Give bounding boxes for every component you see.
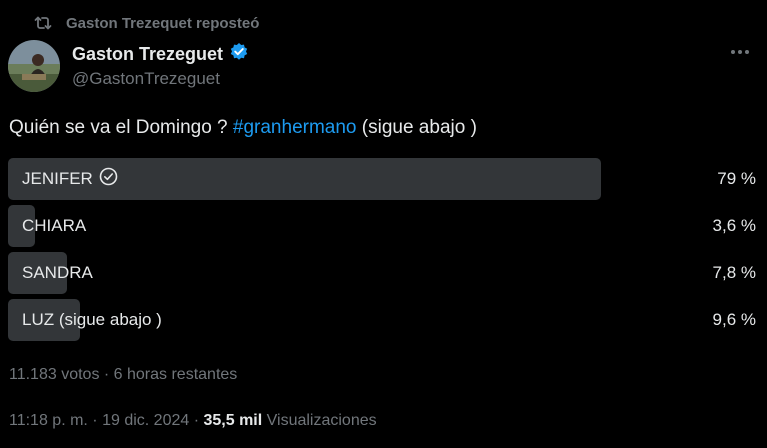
poll-option-percent: 9,6 % <box>712 310 756 329</box>
tweet-text-after: (sigue abajo ) <box>356 117 477 138</box>
poll-meta: 11.183 votos · 6 horas restantes <box>9 366 237 384</box>
separator: · <box>99 366 114 383</box>
poll-option: JENIFER 79 % <box>8 158 758 200</box>
repost-icon <box>34 15 52 31</box>
tweet-text: Quién se va el Domingo ? #granhermano (s… <box>9 117 477 139</box>
poll-time-left: 6 horas restantes <box>113 366 238 383</box>
tweet-meta: 11:18 p. m. · 19 dic. 2024 · 35,5 mil Vi… <box>9 412 377 430</box>
separator: · <box>189 412 204 429</box>
poll-votes: 11.183 votos <box>9 366 100 383</box>
poll-option-label: JENIFER <box>22 158 118 200</box>
poll-option-label: LUZ (sigue abajo ) <box>22 299 162 341</box>
author-display-name[interactable]: Gaston Trezeguet <box>72 44 223 65</box>
poll-option-label: SANDRA <box>22 252 93 294</box>
tweet-text-main: Quién se va el Domingo ? <box>9 117 233 138</box>
poll-option-text: SANDRA <box>22 263 93 282</box>
poll-option-text: CHIARA <box>22 216 87 235</box>
separator: · <box>87 412 103 429</box>
views-label: Visualizaciones <box>262 412 377 429</box>
poll-option: LUZ (sigue abajo ) 9,6 % <box>8 299 758 341</box>
repost-indicator[interactable]: Gaston Trezequet reposteó <box>34 12 259 34</box>
poll: JENIFER 79 % CHIARA 3,6 % SANDRA 7,8 % LUZ (si… <box>8 158 758 346</box>
poll-option-text: LUZ (sigue abajo ) <box>22 310 162 329</box>
more-button[interactable] <box>727 42 753 62</box>
tweet-time[interactable]: 11:18 p. m. <box>9 412 88 429</box>
poll-option: SANDRA 7,8 % <box>8 252 758 294</box>
poll-option-percent: 7,8 % <box>712 263 756 282</box>
verified-badge-icon <box>229 42 249 67</box>
repost-text: Gaston Trezequet reposteó <box>66 14 260 32</box>
more-icon <box>731 50 735 54</box>
avatar[interactable] <box>8 40 60 92</box>
poll-option-label: CHIARA <box>22 205 86 247</box>
hashtag-link[interactable]: #granhermano <box>233 117 357 138</box>
views-count: 35,5 mil <box>203 412 263 429</box>
author-handle[interactable]: @GastonTrezeguet <box>72 69 249 89</box>
author-block: Gaston Trezeguet @GastonTrezeguet <box>72 42 249 89</box>
poll-option-text: JENIFER <box>22 169 93 188</box>
poll-option-percent: 79 % <box>717 169 756 188</box>
poll-option-percent: 3,6 % <box>712 216 756 235</box>
poll-option: CHIARA 3,6 % <box>8 205 758 247</box>
tweet-date[interactable]: 19 dic. 2024 <box>102 412 189 429</box>
check-circle-icon <box>99 167 118 191</box>
